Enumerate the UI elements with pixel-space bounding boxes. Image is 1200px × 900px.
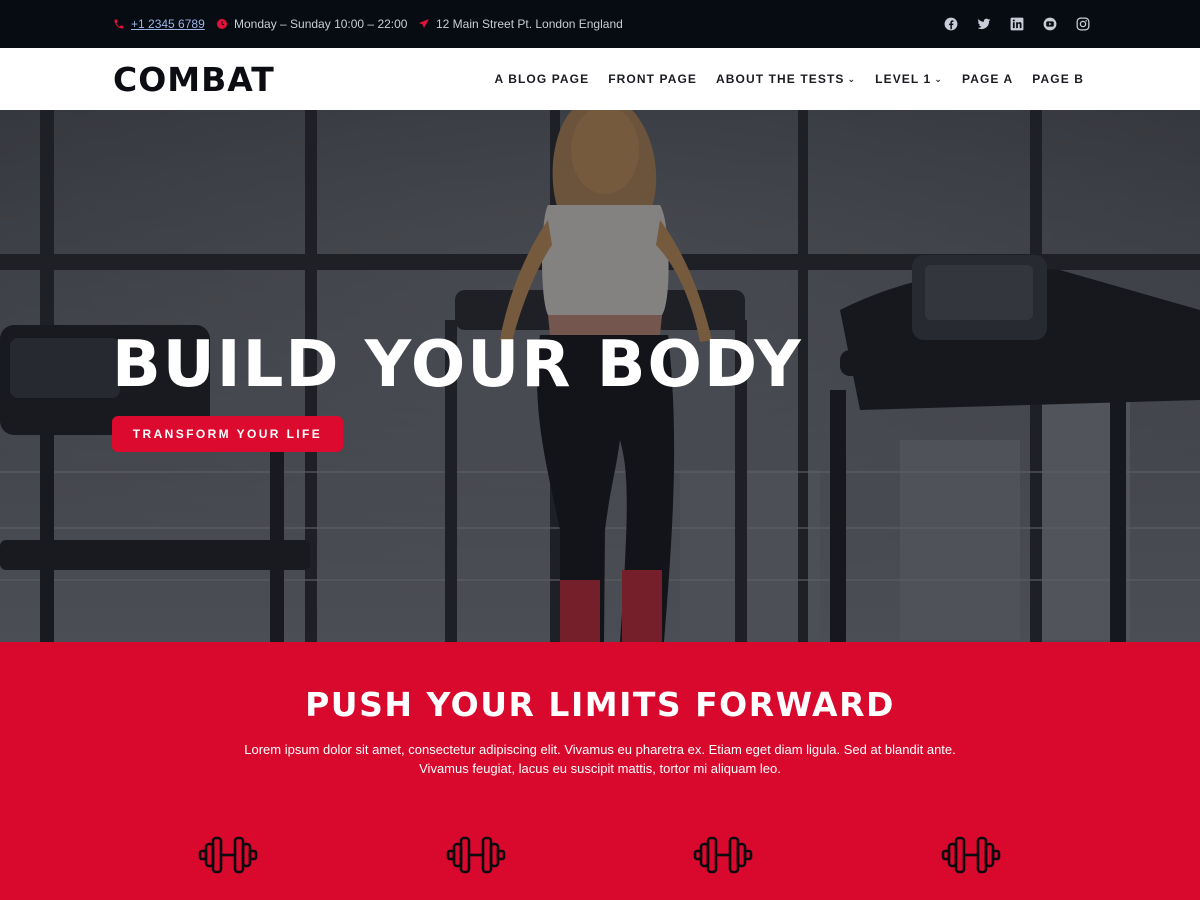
section-text: Lorem ipsum dolor sit amet, consectetur …	[200, 740, 1000, 778]
phone-link[interactable]: +1 2345 6789	[131, 17, 205, 31]
hours-text: Monday – Sunday 10:00 – 22:00	[234, 17, 408, 31]
section-text-line2: Vivamus feugiat, lacus eu suscipit matti…	[419, 761, 781, 776]
top-address: 12 Main Street Pt. London England	[418, 0, 623, 48]
site-header: COMBAT A BLOG PAGE FRONT PAGE ABOUT THE …	[0, 48, 1200, 110]
dumbbell-icon	[446, 836, 506, 874]
top-bar: +1 2345 6789 Monday – Sunday 10:00 – 22:…	[0, 0, 1200, 48]
hero-banner: BUILD YOUR BODY TRANSFORM YOUR LIFE	[0, 110, 1200, 642]
social-links	[944, 0, 1090, 48]
dumbbell-icon	[198, 836, 258, 874]
nav-page-b[interactable]: PAGE B	[1032, 72, 1084, 86]
nav-label: PAGE B	[1032, 72, 1084, 86]
youtube-icon[interactable]	[1043, 17, 1057, 31]
nav-label: PAGE A	[962, 72, 1014, 86]
instagram-icon[interactable]	[1076, 17, 1090, 31]
address-text: 12 Main Street Pt. London England	[436, 17, 623, 31]
section-text-line1: Lorem ipsum dolor sit amet, consectetur …	[244, 742, 956, 757]
top-phone[interactable]: +1 2345 6789	[113, 0, 205, 48]
twitter-icon[interactable]	[977, 17, 991, 31]
clock-icon	[217, 19, 227, 29]
dumbbell-icon	[941, 836, 1001, 874]
top-hours: Monday – Sunday 10:00 – 22:00	[216, 0, 407, 48]
nav-about-the-tests[interactable]: ABOUT THE TESTS ⌄	[716, 72, 856, 86]
nav-label: ABOUT THE TESTS	[716, 72, 845, 86]
limits-section: PUSH YOUR LIMITS FORWARD Lorem ipsum dol…	[0, 642, 1200, 900]
main-nav: A BLOG PAGE FRONT PAGE ABOUT THE TESTS ⌄ …	[494, 48, 1084, 110]
nav-label: LEVEL 1	[875, 72, 932, 86]
hero-title: BUILD YOUR BODY	[112, 328, 803, 402]
nav-label: FRONT PAGE	[608, 72, 697, 86]
nav-page-a[interactable]: PAGE A	[962, 72, 1013, 86]
nav-level-1[interactable]: LEVEL 1 ⌄	[875, 72, 943, 86]
linkedin-icon[interactable]	[1010, 17, 1024, 31]
site-logo[interactable]: COMBAT	[113, 60, 275, 99]
transform-your-life-button[interactable]: TRANSFORM YOUR LIFE	[112, 416, 343, 452]
phone-icon	[114, 19, 124, 29]
dumbbell-icon	[693, 836, 753, 874]
chevron-down-icon: ⌄	[847, 73, 857, 84]
nav-a-blog-page[interactable]: A BLOG PAGE	[494, 72, 589, 86]
nav-label: A BLOG PAGE	[494, 72, 590, 86]
send-icon	[419, 19, 429, 28]
chevron-down-icon: ⌄	[934, 73, 943, 84]
facebook-icon[interactable]	[944, 17, 958, 31]
nav-front-page[interactable]: FRONT PAGE	[608, 72, 697, 86]
section-title: PUSH YOUR LIMITS FORWARD	[305, 685, 895, 724]
